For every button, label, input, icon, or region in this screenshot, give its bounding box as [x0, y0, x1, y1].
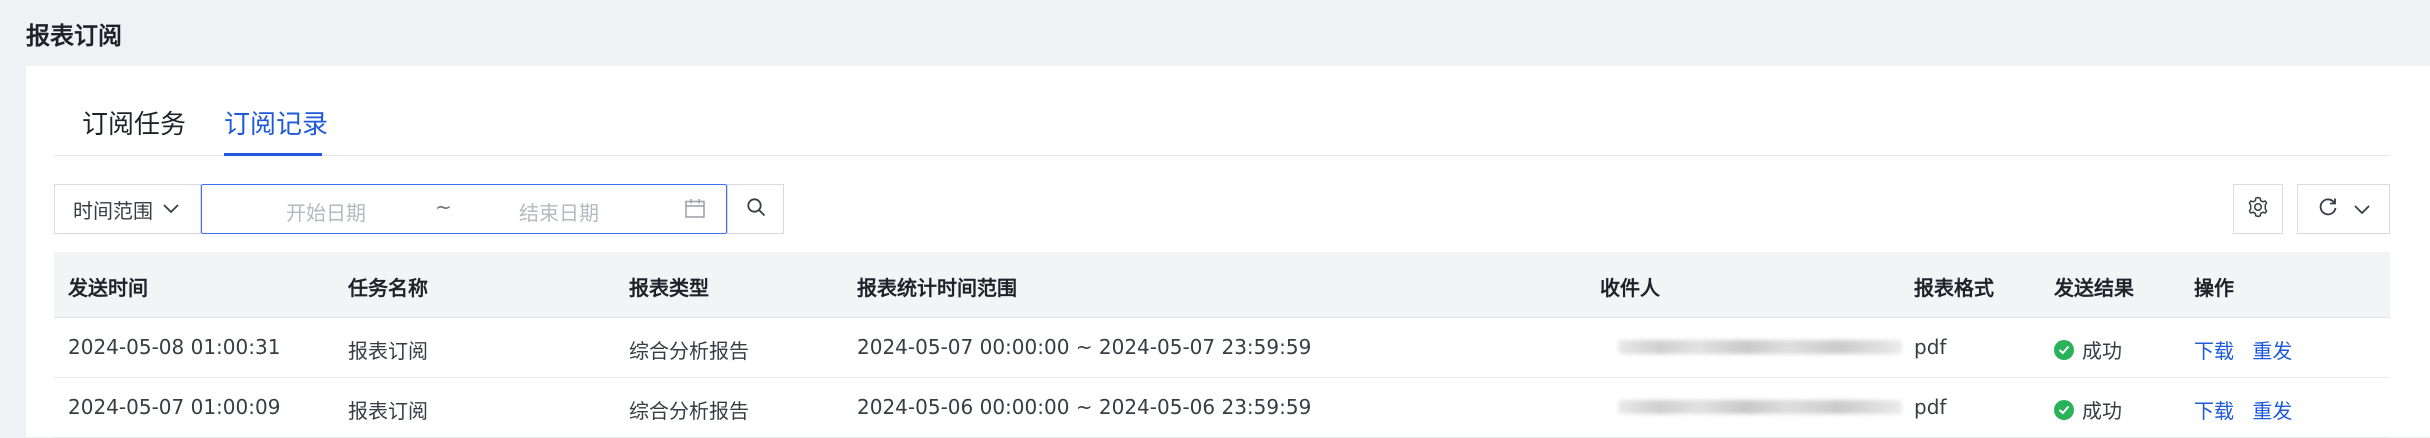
tab-subscription-tasks[interactable]: 订阅任务 [82, 104, 186, 141]
page-title: 报表订阅 [26, 22, 122, 50]
check-circle-icon [2054, 339, 2074, 360]
date-range-picker[interactable]: 开始日期 ~ 结束日期 [201, 184, 727, 234]
stat-range-cell: 2024-05-07 00:00:00 ~ 2024-05-07 23:59:5… [857, 335, 1312, 359]
chevron-down-icon[interactable] [2353, 200, 2370, 219]
result-label: 成功 [2082, 339, 2122, 363]
send-time-cell: 2024-05-08 01:00:31 [68, 335, 281, 359]
gear-icon [2247, 196, 2269, 222]
chevron-down-icon [163, 200, 179, 218]
format-cell: pdf [1914, 395, 1947, 419]
column-header-result[interactable]: 发送结果 [2054, 272, 2134, 301]
refresh-icon [2318, 197, 2338, 221]
task-name-cell: 报表订阅 [348, 399, 428, 423]
table-row: 2024-05-08 01:00:31 报表订阅 综合分析报告 2024-05-… [54, 318, 2390, 378]
end-date-input[interactable]: 结束日期 [519, 197, 599, 226]
recipient-redacted [1618, 340, 1902, 354]
calendar-icon[interactable] [685, 199, 705, 218]
download-link[interactable]: 下载 [2194, 399, 2234, 423]
active-tab-indicator [224, 153, 322, 156]
tab-bar: 订阅任务 订阅记录 [54, 66, 2390, 156]
actions-cell: 下载 重发 [2194, 335, 2304, 364]
time-range-select[interactable]: 时间范围 [54, 184, 201, 234]
settings-button[interactable] [2233, 184, 2283, 234]
resend-link[interactable]: 重发 [2252, 399, 2292, 423]
stat-range-cell: 2024-05-06 00:00:00 ~ 2024-05-06 23:59:5… [857, 395, 1312, 419]
column-header-report-type[interactable]: 报表类型 [629, 272, 709, 301]
table-row: 2024-05-07 01:00:09 报表订阅 综合分析报告 2024-05-… [54, 378, 2390, 438]
result-cell: 成功 [2054, 335, 2122, 364]
column-header-send-time[interactable]: 发送时间 [68, 272, 148, 301]
column-header-format[interactable]: 报表格式 [1914, 272, 1994, 301]
resend-link[interactable]: 重发 [2252, 339, 2292, 363]
tab-subscription-records[interactable]: 订阅记录 [224, 104, 328, 141]
recipient-redacted [1618, 400, 1902, 414]
result-cell: 成功 [2054, 395, 2122, 424]
date-separator: ~ [435, 195, 452, 219]
search-icon [746, 197, 766, 221]
column-header-stat-range[interactable]: 报表统计时间范围 [857, 272, 1017, 301]
download-link[interactable]: 下载 [2194, 339, 2234, 363]
column-header-task-name[interactable]: 任务名称 [348, 272, 428, 301]
task-name-cell: 报表订阅 [348, 339, 428, 363]
column-header-recipient[interactable]: 收件人 [1600, 272, 1660, 301]
table-header: 发送时间 任务名称 报表类型 报表统计时间范围 收件人 报表格式 发送结果 操作 [54, 252, 2390, 318]
result-label: 成功 [2082, 399, 2122, 423]
report-type-cell: 综合分析报告 [629, 399, 749, 423]
refresh-button[interactable] [2297, 184, 2390, 234]
content-card: 订阅任务 订阅记录 时间范围 开始日期 ~ 结束日期 发送时间 任务名称 报表类… [26, 66, 2430, 438]
check-circle-icon [2054, 399, 2074, 420]
send-time-cell: 2024-05-07 01:00:09 [68, 395, 281, 419]
start-date-input[interactable]: 开始日期 [286, 197, 366, 226]
search-button[interactable] [727, 184, 784, 234]
report-type-cell: 综合分析报告 [629, 339, 749, 363]
actions-cell: 下载 重发 [2194, 395, 2304, 424]
column-header-actions: 操作 [2194, 276, 2234, 300]
format-cell: pdf [1914, 335, 1947, 359]
time-range-label: 时间范围 [73, 198, 153, 223]
